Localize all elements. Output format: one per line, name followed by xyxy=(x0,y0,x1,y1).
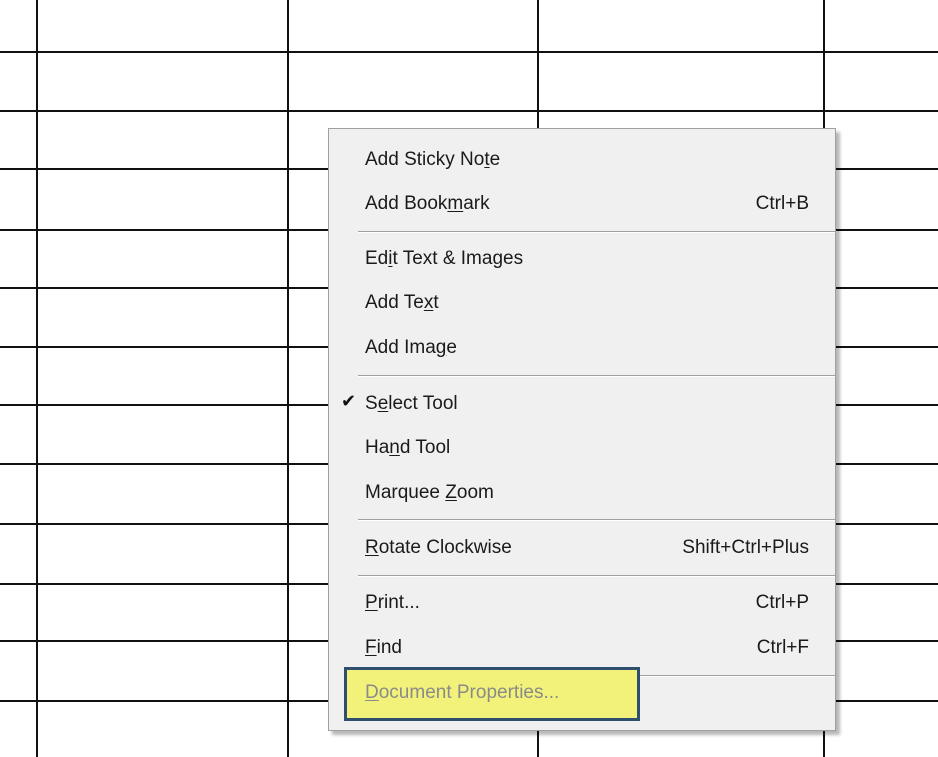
menu-item-label: Add Image xyxy=(365,337,457,358)
menu-separator xyxy=(358,519,835,521)
grid-column-line xyxy=(287,0,289,757)
menu-item-add-bookmark[interactable]: Add Bookmark Ctrl+B xyxy=(329,182,835,226)
menu-separator xyxy=(358,231,835,233)
menu-item-add-image[interactable]: Add Image xyxy=(329,326,835,370)
menu-item-hand-tool[interactable]: Hand Tool xyxy=(329,426,835,470)
menu-item-label: Add Sticky Note xyxy=(365,149,501,170)
menu-item-shortcut: Ctrl+B xyxy=(755,193,809,214)
menu-separator xyxy=(358,375,835,377)
menu-item-label: Add Text xyxy=(365,292,439,313)
menu-item-rotate-clockwise[interactable]: Rotate Clockwise Shift+Ctrl+Plus xyxy=(329,526,835,570)
menu-separator xyxy=(358,575,835,577)
menu-item-shortcut: Shift+Ctrl+Plus xyxy=(682,537,809,558)
menu-item-select-tool[interactable]: ✔ Select Tool xyxy=(329,382,835,426)
checkmark-icon: ✔ xyxy=(341,391,357,411)
menu-item-document-properties[interactable]: Document Properties... xyxy=(344,667,640,721)
menu-item-shortcut: Ctrl+P xyxy=(755,592,809,613)
grid-row-line xyxy=(0,110,938,112)
menu-item-label: Find xyxy=(365,637,402,658)
menu-item-marquee-zoom[interactable]: Marquee Zoom xyxy=(329,471,835,515)
menu-item-label: Hand Tool xyxy=(365,437,451,458)
menu-item-add-sticky-note[interactable]: Add Sticky Note xyxy=(329,138,835,182)
context-menu: Add Sticky Note Add Bookmark Ctrl+B Edit… xyxy=(328,128,836,731)
menu-item-label: Edit Text & Images xyxy=(365,248,524,269)
menu-item-label: Select Tool xyxy=(365,393,458,414)
grid-row-line xyxy=(0,51,938,53)
menu-item-shortcut: Ctrl+F xyxy=(756,637,809,658)
menu-item-label: Document Properties... xyxy=(365,682,560,703)
grid-column-line xyxy=(36,0,38,757)
menu-item-find[interactable]: Find Ctrl+F xyxy=(329,626,835,670)
menu-item-add-text[interactable]: Add Text xyxy=(329,281,835,325)
menu-item-label: Marquee Zoom xyxy=(365,482,494,503)
menu-item-label: Print... xyxy=(365,592,420,613)
menu-item-edit-text-images[interactable]: Edit Text & Images xyxy=(329,237,835,281)
menu-item-label: Add Bookmark xyxy=(365,193,490,214)
menu-item-print[interactable]: Print... Ctrl+P xyxy=(329,581,835,625)
menu-item-label: Rotate Clockwise xyxy=(365,537,512,558)
